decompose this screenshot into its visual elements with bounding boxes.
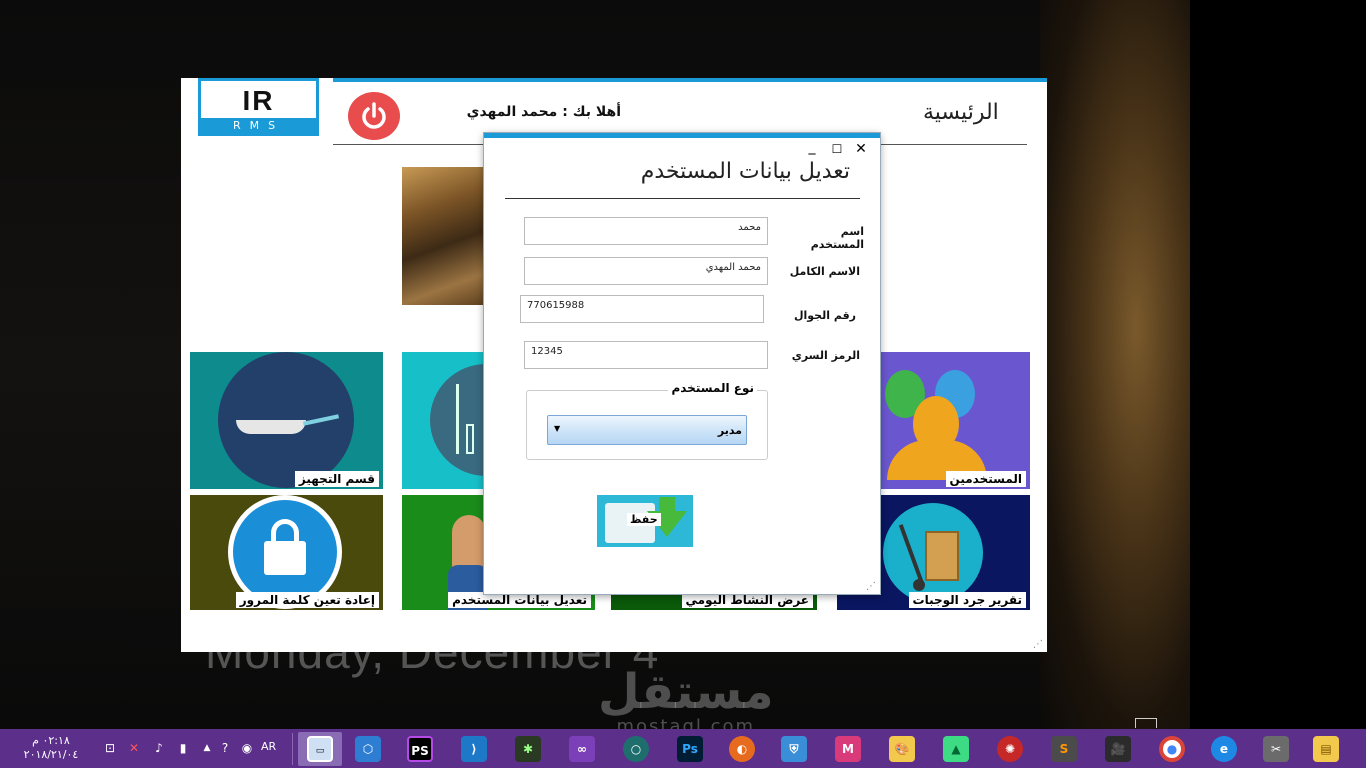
show-hidden-icons[interactable]: ▲ — [199, 740, 215, 756]
app-m[interactable]: M — [826, 732, 870, 766]
security-shield-app[interactable]: ⛨ — [772, 732, 816, 766]
sublime-text-app[interactable]: S — [1042, 732, 1086, 766]
mostaql-watermark: مستقل mostaql.com — [598, 664, 774, 729]
tile-daily-activity-label: عرض النشاط اليومي — [681, 592, 813, 608]
tools-app[interactable]: ✂ — [1254, 732, 1298, 766]
cart-icon — [883, 503, 983, 603]
visual-studio-app[interactable]: ∞ — [560, 732, 604, 766]
logout-power-button[interactable] — [348, 92, 400, 140]
tile-reset-password[interactable]: إعادة تعين كلمة المرور — [190, 495, 383, 610]
paint-app[interactable]: 🎨 — [880, 732, 924, 766]
tray-clock[interactable]: ٠٢:١٨ م ٢٠١٨/٢١/٠٤ — [12, 734, 90, 762]
password-field[interactable]: 12345 — [524, 341, 768, 369]
vscode-app[interactable]: ⟩ — [452, 732, 496, 766]
android-studio-app[interactable]: ▲ — [934, 732, 978, 766]
close-button[interactable]: ✕ — [853, 141, 869, 157]
tile-meals-inventory-label: تقرير جرد الوجبات — [908, 592, 1026, 608]
file-manager-app[interactable]: ▤ — [1306, 732, 1346, 766]
input-method-icon[interactable]: ? — [217, 740, 233, 756]
taskbar: ٠٢:١٨ م ٢٠١٨/٢١/٠٤ ⊡ ✕ ♪ ▮ ▲ ? ◉ AR ▭ ⬡ … — [0, 729, 1366, 768]
phpstorm-app[interactable]: PS — [398, 732, 442, 766]
desktop-wallpaper-cave — [1190, 0, 1366, 729]
battery-icon[interactable]: ▮ — [175, 740, 191, 756]
clock-time: ٠٢:١٨ م — [32, 734, 70, 747]
user-type-select[interactable]: مدير ▼ — [547, 415, 747, 445]
chart-icon — [430, 364, 486, 476]
user-type-legend: نوع المستخدم — [668, 381, 757, 395]
dialog-divider — [505, 198, 860, 199]
username-label: اسم المستخدم — [810, 225, 864, 251]
volume-muted-icon[interactable]: ✕ — [126, 740, 142, 756]
language-globe-icon[interactable]: ◉ — [239, 740, 255, 756]
password-label: الرمز السري — [791, 349, 860, 362]
app-logo: IR RMS — [198, 78, 319, 136]
chrome-app[interactable]: ● — [1150, 732, 1194, 766]
network-icon[interactable]: ⊡ — [102, 740, 118, 756]
antivirus-app[interactable]: ✺ — [988, 732, 1032, 766]
clock-date: ٢٠١٨/٢١/٠٤ — [23, 748, 79, 761]
username-field[interactable]: محمد — [524, 217, 768, 245]
minimize-button[interactable]: _ — [804, 139, 820, 155]
photoshop-app[interactable]: Ps — [668, 732, 712, 766]
welcome-message: أهلا بك : محمد المهدي — [466, 104, 621, 120]
tile-edit-user-label: تعديل بيانات المستخدم — [448, 592, 591, 608]
page-title: الرئيسية — [923, 100, 999, 125]
main-window-resize-grip[interactable]: ⋰ — [1033, 639, 1043, 650]
save-button-label: حفظ — [627, 513, 661, 526]
tile-users-label: المستخدمين — [945, 471, 1026, 487]
fullname-label: الاسم الكامل — [789, 265, 860, 278]
mobile-field[interactable]: 770615988 — [520, 295, 764, 323]
edit-user-dialog: _ ☐ ✕ تعديل بيانات المستخدم اسم المستخدم… — [484, 133, 880, 594]
users-icon — [881, 368, 1001, 480]
dialog-resize-grip[interactable]: ⋰ — [866, 581, 876, 592]
tile-reports[interactable] — [402, 352, 486, 489]
fullname-field[interactable]: محمد المهدي — [524, 257, 768, 285]
main-window-accent-bar — [333, 78, 1047, 82]
android-studio-o-app[interactable]: ○ — [614, 732, 658, 766]
file-explorer-window-app[interactable]: ▭ — [298, 732, 342, 766]
mobile-label: رقم الجوال — [793, 309, 856, 322]
desktop-wallpaper-rock — [1040, 0, 1200, 729]
internet-explorer-app[interactable]: e — [1202, 732, 1246, 766]
tile-kitchen-label: قسم التجهيز — [294, 471, 379, 487]
cockos-app[interactable]: ✱ — [506, 732, 550, 766]
restaurant-banner-image — [402, 167, 492, 305]
maximize-button[interactable]: ☐ — [829, 141, 845, 157]
dialog-title: تعديل بيانات المستخدم — [640, 159, 850, 184]
virtualbox-app[interactable]: ⬡ — [346, 732, 390, 766]
user-type-value: مدير — [717, 424, 742, 437]
language-indicator[interactable]: AR — [261, 740, 276, 753]
firefox-app[interactable]: ◐ — [720, 732, 764, 766]
save-button[interactable]: حفظ — [597, 495, 693, 547]
taskbar-separator — [292, 733, 293, 765]
power-icon — [362, 102, 386, 129]
tile-kitchen[interactable]: قسم التجهيز — [190, 352, 383, 489]
dropdown-arrow-icon: ▼ — [554, 424, 561, 433]
frying-pan-icon — [218, 352, 354, 488]
speaker-icon[interactable]: ♪ — [151, 740, 167, 756]
dialog-accent-bar — [484, 133, 880, 138]
tile-reset-password-label: إعادة تعين كلمة المرور — [235, 592, 379, 608]
restore-icon — [1135, 718, 1157, 728]
video-camera-app[interactable]: 🎥 — [1096, 732, 1140, 766]
